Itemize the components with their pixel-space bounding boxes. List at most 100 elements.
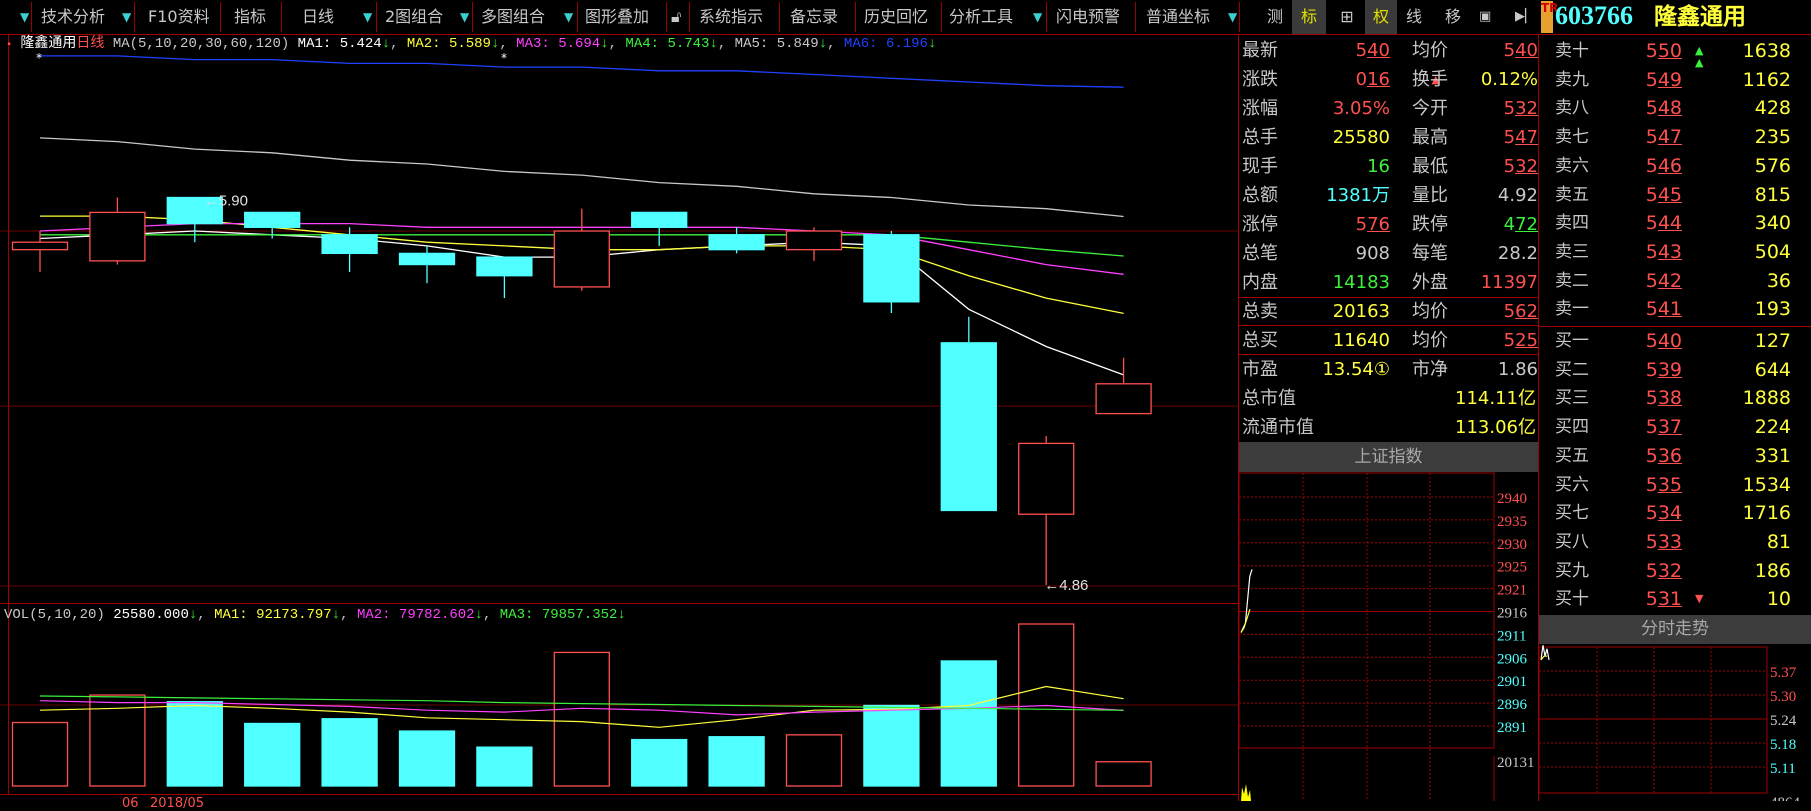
kline-chart[interactable]: ←5.90 ←4.86 * * (0, 0, 1238, 801)
level-label: 买九 (1555, 560, 1589, 581)
candle[interactable] (553, 208, 610, 291)
candle[interactable] (1018, 435, 1075, 585)
orderbook-row[interactable]: 买二 539 644 (1540, 356, 1811, 384)
orderbook-row[interactable]: 买十 531 ▼ 10 (1540, 585, 1811, 613)
orderbook-row[interactable]: 卖三 543 504 (1540, 238, 1811, 266)
level-label: 买六 (1555, 474, 1589, 495)
level-label: 买三 (1555, 388, 1589, 409)
measure-tool[interactable]: 测 (1264, 0, 1286, 34)
level-price: 543 (1645, 240, 1682, 263)
rights-tool[interactable]: 权 (1365, 0, 1397, 34)
level-label: 卖六 (1555, 155, 1589, 176)
divider (1239, 2, 1240, 32)
quote-label: 涨幅 (1242, 98, 1278, 119)
orderbook-row[interactable]: 卖九 549 1162 (1540, 66, 1811, 94)
volume-bar (398, 730, 456, 787)
candle[interactable] (321, 227, 378, 273)
index-panel-tab[interactable]: 上证指数 (1239, 442, 1538, 472)
quote-label: 今开 (1412, 98, 1448, 119)
index-axis-label: 2896 (1497, 697, 1528, 713)
quote-row: 最新 540 均价 540 (1238, 36, 1538, 65)
index-price-line (1240, 569, 1253, 633)
orderbook-row[interactable]: 卖六 546 576 (1540, 152, 1811, 180)
level-label: 卖三 (1555, 241, 1589, 262)
level-label: 买十 (1555, 589, 1589, 610)
window-icon[interactable]: ▣ (1479, 0, 1491, 34)
quote-value: 016 (1355, 69, 1390, 90)
orderbook-row[interactable]: 卖八 548 428 (1540, 94, 1811, 122)
candle-body (863, 234, 920, 303)
level-volume: 1888 (1742, 387, 1791, 410)
level-price: 545 (1645, 183, 1682, 206)
marker-icon: * (36, 51, 42, 65)
index-axis-label: 2935 (1497, 514, 1527, 530)
intraday-axis-label: 5.37 (1770, 665, 1797, 681)
index-axis-label: 2916 (1497, 606, 1528, 622)
quote-label: 总手 (1242, 127, 1278, 148)
index-axis-label: 2911 (1497, 628, 1526, 644)
quote-value: 20163 (1332, 301, 1390, 322)
candle[interactable] (785, 227, 843, 261)
index-mini-chart[interactable]: 2940 2935 2930 2925 2921 2916 2911 2906 2901 2896… (1238, 472, 1538, 801)
orderbook-row[interactable]: 卖一 541 193 (1540, 295, 1811, 323)
intraday-mini-chart[interactable]: 5.37 5.30 5.24 5.18 5.11 4864 (1538, 644, 1811, 801)
level-price: 544 (1645, 212, 1682, 235)
quote-label: 总笔 (1242, 243, 1278, 264)
orderbook-row[interactable]: 买六 535 1534 (1540, 471, 1811, 499)
divider (1238, 297, 1538, 298)
orderbook-row[interactable]: 买一 540 127 (1540, 327, 1811, 355)
candle[interactable] (940, 316, 997, 512)
move-tool[interactable]: 移 (1442, 0, 1464, 34)
quote-label: 现手 (1242, 156, 1278, 177)
quote-label: 最高 (1412, 127, 1448, 148)
grid-icon[interactable]: ⊞ (1336, 0, 1358, 34)
index-volume-label: 20131 (1497, 755, 1535, 771)
quote-label: 换手 (1412, 69, 1448, 90)
quote-value: 540 (1355, 40, 1390, 61)
play-end-icon[interactable]: ▶▏ (1515, 0, 1535, 34)
orderbook-row[interactable]: 卖二 542 36 (1540, 267, 1811, 295)
orderbook-row[interactable]: 买九 532 186 (1540, 557, 1811, 585)
level-volume: 1716 (1742, 502, 1791, 525)
quote-label: 总卖 (1242, 301, 1278, 322)
index-axis-label: 2921 (1497, 583, 1527, 599)
quote-row: 总卖 20163 均价 562 (1238, 297, 1538, 326)
mark-tool[interactable]: 标 (1292, 0, 1326, 34)
orderbook-row[interactable]: 买四 537 224 (1540, 413, 1811, 441)
orderbook-row[interactable]: 卖四 544 340 (1540, 209, 1811, 237)
orderbook-row[interactable]: 卖十 550 ▲ ▲ 1638 (1540, 37, 1811, 69)
intraday-panel-tab[interactable]: 分时走势 (1539, 615, 1811, 644)
orderbook-row[interactable]: 卖五 545 815 (1540, 181, 1811, 209)
candle[interactable] (1095, 357, 1152, 415)
line-tool[interactable]: 线 (1403, 0, 1425, 34)
level-label: 买七 (1555, 503, 1589, 524)
quote-label: 总买 (1242, 330, 1278, 351)
candle[interactable] (631, 211, 688, 246)
candle[interactable] (476, 256, 533, 299)
level-label: 卖十 (1555, 41, 1589, 61)
candle[interactable] (863, 231, 920, 314)
quote-label: 量比 (1412, 185, 1448, 206)
quote-row: 内盘 14183 外盘 11397 (1238, 268, 1538, 297)
orderbook-row[interactable]: 买三 538 1888 (1540, 384, 1811, 412)
orderbook-row[interactable]: 买五 536 331 (1540, 442, 1811, 470)
level-volume: 193 (1754, 298, 1791, 321)
orderbook-row[interactable]: 卖七 547 235 (1540, 123, 1811, 151)
date-label: 2018/05 (150, 796, 205, 811)
quote-value: 576 (1355, 214, 1390, 235)
quote-value: 11640 (1332, 330, 1390, 351)
level-volume: 1162 (1742, 68, 1791, 91)
level-price: 531 (1645, 588, 1682, 611)
float-cap-value: 113.06亿 (1455, 417, 1536, 438)
orderbook-row[interactable]: 买七 534 1716 (1540, 499, 1811, 527)
volume-bar (166, 701, 223, 787)
orderbook-row[interactable]: 买八 533 81 (1540, 528, 1811, 556)
candle[interactable] (89, 197, 146, 265)
quote-label: 涨停 (1242, 214, 1278, 235)
candle[interactable] (398, 245, 456, 284)
level-volume: 504 (1754, 240, 1791, 263)
quote-value: 3.05% (1332, 98, 1390, 119)
level-price: 537 (1645, 416, 1682, 439)
level-price: 535 (1645, 473, 1682, 496)
date-label: 06 (122, 796, 139, 811)
